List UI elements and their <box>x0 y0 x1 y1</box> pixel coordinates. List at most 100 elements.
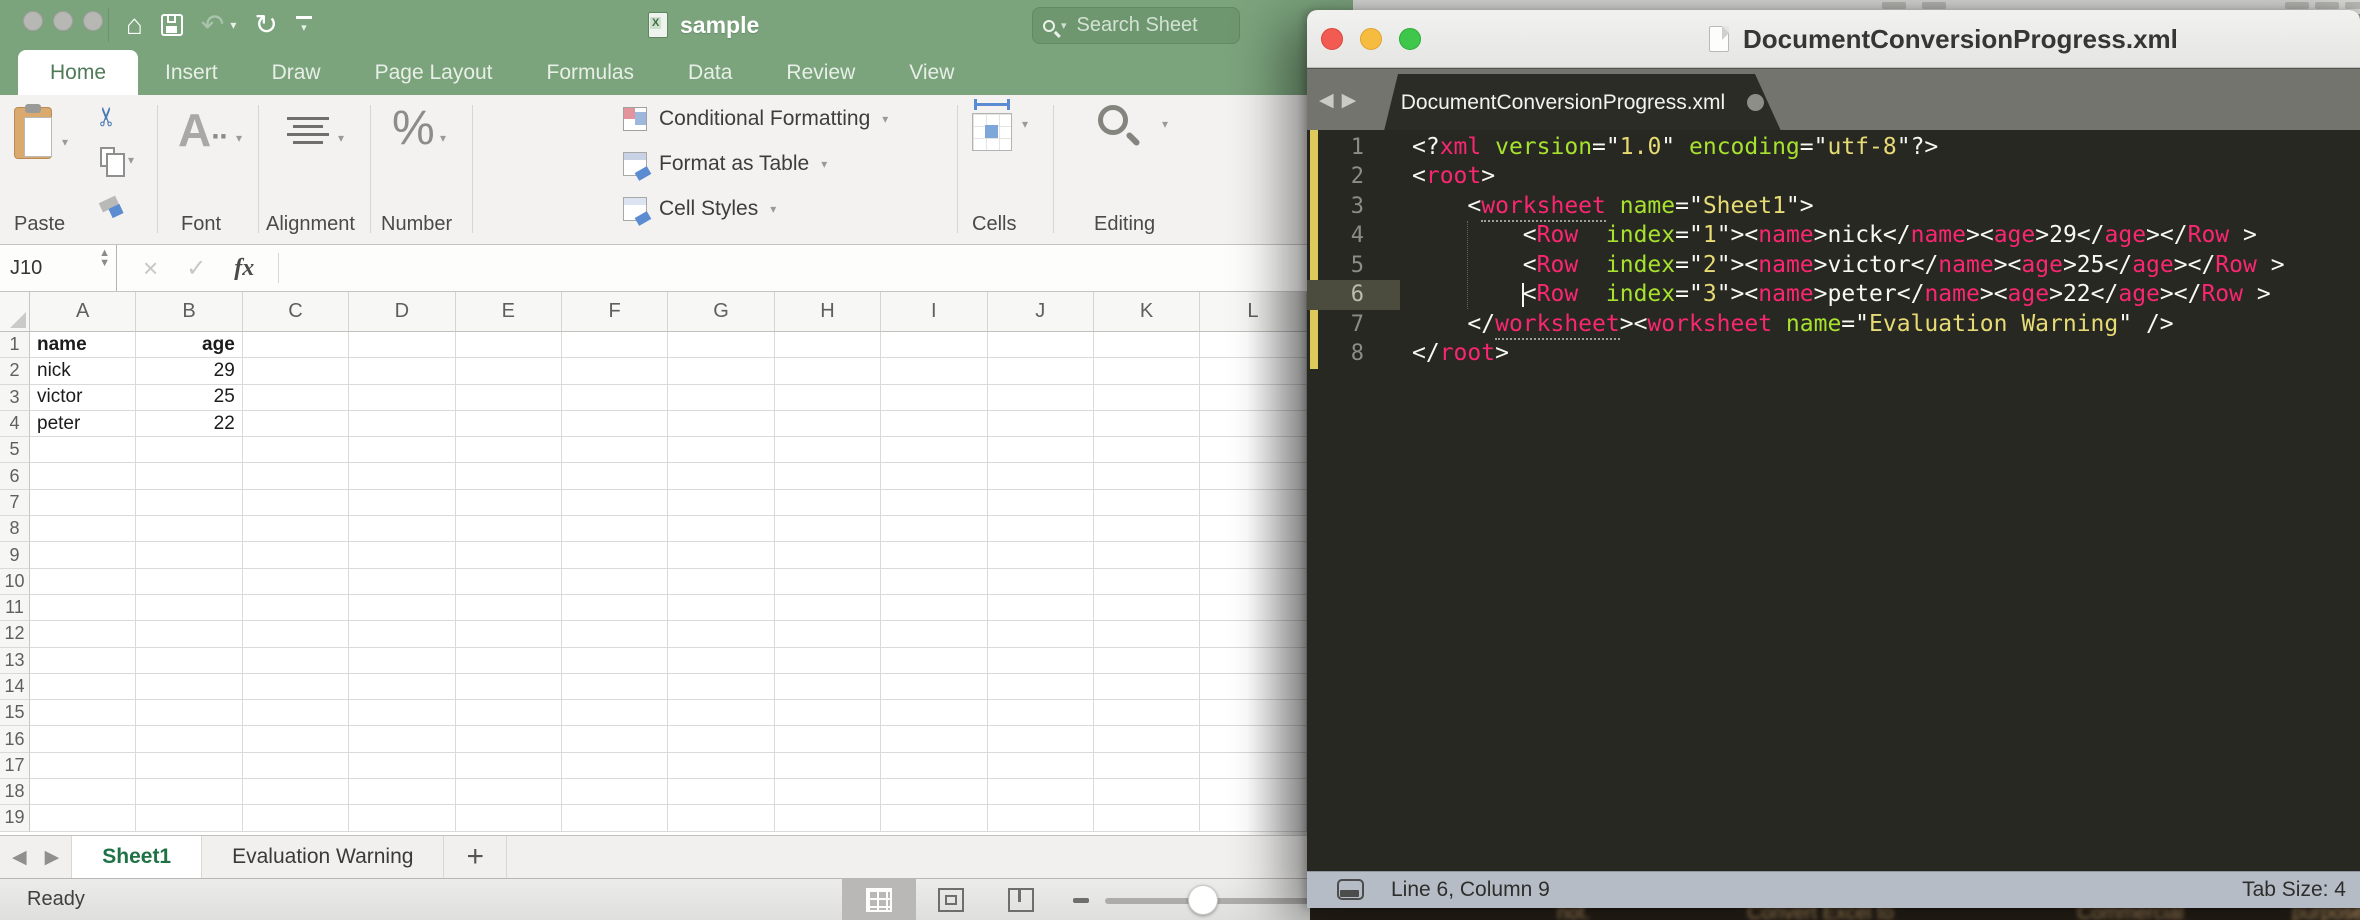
code-line[interactable]: <worksheet name="Sheet1"> <box>1412 192 2285 221</box>
cell-B19[interactable] <box>136 805 242 831</box>
cell-F13[interactable] <box>562 648 668 674</box>
cell-F4[interactable] <box>562 411 668 437</box>
row-header-19[interactable]: 19 <box>0 805 30 831</box>
format-as-table-button[interactable]: Format as Table ▾ <box>623 152 827 176</box>
cell-D13[interactable] <box>349 648 455 674</box>
cell-K13[interactable] <box>1094 648 1200 674</box>
cell-F15[interactable] <box>562 700 668 726</box>
cell-G14[interactable] <box>668 674 774 700</box>
cell-A17[interactable] <box>30 753 136 779</box>
cell-A10[interactable] <box>30 569 136 595</box>
minimize-button[interactable] <box>1360 28 1382 50</box>
ribbon-tab-insert[interactable]: Insert <box>138 50 245 95</box>
alignment-label[interactable]: Alignment <box>266 213 355 236</box>
cell-I14[interactable] <box>881 674 987 700</box>
column-header-J[interactable]: J <box>988 292 1094 331</box>
cell-H14[interactable] <box>775 674 881 700</box>
cell-B1[interactable]: age <box>136 332 242 358</box>
row-header-15[interactable]: 15 <box>0 700 30 726</box>
cell-D18[interactable] <box>349 779 455 805</box>
row-header-18[interactable]: 18 <box>0 779 30 805</box>
cell-F9[interactable] <box>562 542 668 568</box>
cell-G17[interactable] <box>668 753 774 779</box>
row-header-16[interactable]: 16 <box>0 726 30 752</box>
cell-H1[interactable] <box>775 332 881 358</box>
cell-E17[interactable] <box>456 753 562 779</box>
row-header-8[interactable]: 8 <box>0 516 30 542</box>
cell-E11[interactable] <box>456 595 562 621</box>
cell-B17[interactable] <box>136 753 242 779</box>
code-line[interactable]: <Row index="3"><name>peter</name><age>22… <box>1412 280 2285 309</box>
cell-G2[interactable] <box>668 358 774 384</box>
cell-K18[interactable] <box>1094 779 1200 805</box>
cell-F12[interactable] <box>562 621 668 647</box>
cell-L17[interactable] <box>1200 753 1306 779</box>
column-header-B[interactable]: B <box>136 292 242 331</box>
row-header-5[interactable]: 5 <box>0 437 30 463</box>
zoom-button[interactable] <box>1399 28 1421 50</box>
cell-B4[interactable]: 22 <box>136 411 242 437</box>
cell-G5[interactable] <box>668 437 774 463</box>
normal-view-button[interactable] <box>842 879 916 920</box>
cell-D12[interactable] <box>349 621 455 647</box>
panel-toggle-icon[interactable] <box>1337 879 1364 900</box>
cell-K6[interactable] <box>1094 463 1200 489</box>
cell-K11[interactable] <box>1094 595 1200 621</box>
minimize-button[interactable] <box>53 11 73 31</box>
redo-icon[interactable]: ↻ <box>254 11 277 39</box>
cell-H11[interactable] <box>775 595 881 621</box>
cell-F16[interactable] <box>562 726 668 752</box>
cell-E14[interactable] <box>456 674 562 700</box>
cell-K16[interactable] <box>1094 726 1200 752</box>
cell-B12[interactable] <box>136 621 242 647</box>
prev-sheet-icon[interactable]: ◀ <box>12 846 27 869</box>
cell-I12[interactable] <box>881 621 987 647</box>
prev-tab-icon[interactable]: ◀ <box>1319 89 1334 112</box>
cell-C9[interactable] <box>243 542 349 568</box>
cell-E7[interactable] <box>456 490 562 516</box>
editing-dropdown-caret-icon[interactable]: ▾ <box>1162 117 1168 131</box>
cell-C4[interactable] <box>243 411 349 437</box>
add-sheet-button[interactable]: + <box>444 836 507 878</box>
next-tab-icon[interactable]: ▶ <box>1342 89 1357 112</box>
cell-E3[interactable] <box>456 385 562 411</box>
number-group-icon[interactable]: % <box>392 101 435 156</box>
cell-A2[interactable]: nick <box>30 358 136 384</box>
cell-H8[interactable] <box>775 516 881 542</box>
cell-F3[interactable] <box>562 385 668 411</box>
cell-B6[interactable] <box>136 463 242 489</box>
insert-function-icon[interactable]: fx <box>234 255 254 282</box>
cell-K1[interactable] <box>1094 332 1200 358</box>
cell-B8[interactable] <box>136 516 242 542</box>
cell-L9[interactable] <box>1200 542 1306 568</box>
cell-L12[interactable] <box>1200 621 1306 647</box>
cell-K17[interactable] <box>1094 753 1200 779</box>
cell-H15[interactable] <box>775 700 881 726</box>
cell-E5[interactable] <box>456 437 562 463</box>
cell-A13[interactable] <box>30 648 136 674</box>
zoom-button[interactable] <box>83 11 103 31</box>
cell-C18[interactable] <box>243 779 349 805</box>
name-box[interactable]: J10 ▲▼ <box>0 245 117 291</box>
cell-G7[interactable] <box>668 490 774 516</box>
column-header-G[interactable]: G <box>668 292 774 331</box>
column-header-D[interactable]: D <box>349 292 455 331</box>
cell-A1[interactable]: name <box>30 332 136 358</box>
cell-I4[interactable] <box>881 411 987 437</box>
cell-F8[interactable] <box>562 516 668 542</box>
cell-D17[interactable] <box>349 753 455 779</box>
column-header-C[interactable]: C <box>243 292 349 331</box>
zoom-out-icon[interactable] <box>1073 898 1089 903</box>
number-label[interactable]: Number <box>381 213 452 236</box>
cell-K8[interactable] <box>1094 516 1200 542</box>
alignment-dropdown-caret-icon[interactable]: ▾ <box>338 131 344 145</box>
cell-E18[interactable] <box>456 779 562 805</box>
cell-C15[interactable] <box>243 700 349 726</box>
cell-L10[interactable] <box>1200 569 1306 595</box>
ribbon-tab-formulas[interactable]: Formulas <box>520 50 662 95</box>
cell-J2[interactable] <box>988 358 1094 384</box>
cell-G18[interactable] <box>668 779 774 805</box>
cell-G15[interactable] <box>668 700 774 726</box>
cell-D8[interactable] <box>349 516 455 542</box>
cell-J5[interactable] <box>988 437 1094 463</box>
